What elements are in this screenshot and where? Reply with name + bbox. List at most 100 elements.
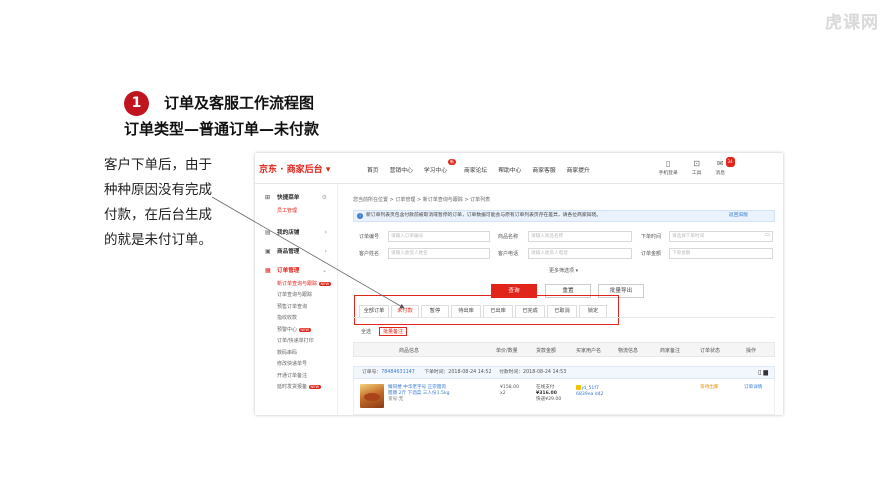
unit-price: ¥158.00: [500, 385, 519, 390]
table-header: 商品信息 单价/数量 货款金额 买家用户名 物流信息 商家备注 订单状态 操作: [353, 342, 775, 357]
goods-name-input[interactable]: 请输入商品名称: [528, 231, 632, 242]
breadcrumb: 您当前所在位置 > 订单管理 > 新订单查询与跟踪 > 订单列表: [353, 197, 491, 203]
order-amount-input[interactable]: 下单金额: [669, 248, 773, 259]
filter-label: 订单编号: [359, 234, 380, 240]
buyer-cell: jd_51f7 6839ea d42: [576, 385, 606, 398]
sidebar-item-label: 延时发货报备: [277, 384, 308, 390]
message-icon: ✉ 34: [716, 157, 735, 168]
chevron-right-icon: ›: [324, 228, 327, 236]
filter-label: 下单时间: [641, 234, 662, 240]
slide: 虎课网 1 订单及客服工作流程图 订单类型—普通订单—未付款 客户下单后，由于种…: [0, 0, 889, 500]
sidebar-item-edit-tracking[interactable]: 修改快递单号: [255, 359, 337, 371]
sidebar-item-delay-report[interactable]: 延时发货报备 NEW: [255, 382, 337, 394]
filter-label: 客户姓名: [359, 251, 380, 257]
th-actions: 操作: [746, 348, 757, 354]
th-amount: 货款金额: [536, 348, 557, 354]
th-goods-info: 商品信息: [399, 348, 420, 354]
sidebar-goods-manage[interactable]: ▣ 商品管理 ›: [255, 244, 337, 260]
tool-tools-label: 工具: [691, 171, 702, 176]
nav-forum[interactable]: 商家论坛: [464, 165, 487, 174]
sidebar-item-new-order-query[interactable]: 新订单查询与跟踪 NEW: [255, 279, 337, 291]
admin-screenshot: 京东 · 商家后台 ▾ 首页 营销中心 学习中心新 商家论坛 帮助中心 商家客服…: [255, 153, 783, 415]
filter-row-1: 订单编号 请输入订单编号 商品名称 请输入商品名称 下单时间 请选择下单时间 ▭: [353, 231, 775, 243]
price-qty-cell: ¥158.00 x2: [500, 385, 519, 397]
order-no-input[interactable]: 请输入订单编号: [388, 231, 490, 242]
order-no-link[interactable]: 78484631147: [381, 370, 415, 375]
slide-description: 客户下单后，由于种种原因没有完成付款，在后台生成的就是未付订单。: [104, 157, 212, 248]
gear-icon[interactable]: ⚙: [322, 190, 327, 206]
customer-phone-input[interactable]: 请输入收货人电话: [528, 248, 632, 259]
shipping-fee: 快递¥29.00: [536, 397, 562, 402]
sidebar-goods-label: 商品管理: [277, 248, 300, 255]
store-icon: ▤: [265, 228, 271, 236]
back-to-old-link[interactable]: 返回旧版: [729, 211, 748, 221]
tool-tools[interactable]: ⊡ 工具: [692, 159, 702, 176]
sidebar-item-order-query[interactable]: 订单查询与跟踪: [255, 290, 337, 302]
order-detail-link[interactable]: 订单详情: [744, 385, 762, 390]
phone-icon: ▯: [665, 159, 671, 168]
main-content: 您当前所在位置 > 订单管理 > 新订单查询与跟踪 > 订单列表 i 新订单列表…: [349, 184, 779, 415]
product-title-link[interactable]: 臻同楼 中华老字号 正宗腊肉腊肠 2斤 下酒菜 三人份1.5kg: [388, 385, 450, 396]
nav-service[interactable]: 商家客服: [532, 165, 555, 174]
nav-marketing[interactable]: 营销中心: [390, 165, 413, 174]
table-row: 臻同楼 中华老字号 正宗腊肉腊肠 2斤 下酒菜 三人份1.5kg 货号:无 ¥1…: [353, 379, 775, 415]
sidebar-item-presale-query[interactable]: 预售订单查询: [255, 302, 337, 314]
brand-logo[interactable]: 京东 · 商家后台 ▾: [259, 162, 330, 175]
sidebar-order-manage[interactable]: ▦ 订单管理 ⌄: [255, 263, 337, 279]
nav-home[interactable]: 首页: [367, 165, 379, 174]
chevron-down-icon: ⌄: [321, 266, 327, 274]
order-no-label: 订单号：: [362, 370, 382, 375]
chevron-right-icon: ›: [324, 247, 327, 255]
product-thumbnail[interactable]: [360, 384, 384, 408]
tool-phone-label: 手机登录: [658, 171, 678, 176]
sidebar-item-alert-center[interactable]: 预警中心 NEW: [255, 325, 337, 337]
order-status: 等待出库: [700, 385, 719, 390]
order-header-icons[interactable]: ▯ ▆: [758, 367, 768, 378]
new-badge: NEW: [319, 281, 331, 286]
watermark-logo: 虎课网: [825, 13, 879, 33]
th-logistics: 物流信息: [618, 348, 639, 354]
tool-messages[interactable]: ✉ 34 消息: [715, 157, 735, 176]
quantity: x2: [500, 391, 506, 396]
sidebar-item-order-note[interactable]: 开通订单备注: [255, 371, 337, 383]
top-tools: ▯ 手机登录 ⊡ 工具 ✉ 34 消息: [659, 157, 735, 176]
order-icon: ▦: [265, 266, 271, 274]
sidebar-staff-manage[interactable]: 员工管理: [255, 206, 337, 218]
th-seller-note: 商家备注: [660, 348, 681, 354]
sidebar-item-fingerprint-pay[interactable]: 指纹收款: [255, 313, 337, 325]
sidebar-my-store-label: 我的店铺: [277, 229, 300, 236]
message-count-badge: 34: [725, 157, 735, 167]
pay-method: 在线支付: [536, 385, 555, 390]
briefcase-icon: ⊡: [693, 159, 700, 168]
order-time-input[interactable]: 请选择下单时间: [669, 231, 773, 242]
tool-phone-login[interactable]: ▯ 手机登录: [659, 159, 678, 176]
sidebar-my-store[interactable]: ▤ 我的店铺 ›: [255, 225, 337, 241]
nav-learning-label: 学习中心: [423, 168, 448, 174]
order-header: 订单号：78484631147 下单时间：2018-08-24 14:52 付款…: [353, 366, 775, 379]
select-all-checkbox[interactable]: 全选: [361, 329, 371, 335]
nav-help[interactable]: 帮助中心: [498, 165, 521, 174]
top-bar: 京东 · 商家后台 ▾ 首页 营销中心 学习中心新 商家论坛 帮助中心 商家客服…: [255, 153, 783, 184]
customer-name-input[interactable]: 请输入收货人姓名: [388, 248, 490, 259]
filter-label: 商品名称: [498, 234, 519, 240]
sidebar-quick-menu[interactable]: ⊞ 快捷菜单 ⚙: [255, 190, 337, 206]
slide-subtitle: 订单类型—普通订单—未付款: [124, 120, 320, 138]
nav-new-badge: 新: [448, 159, 457, 165]
step-number-badge: 1: [124, 91, 149, 116]
batch-note-button[interactable]: 批量备注: [379, 327, 408, 336]
nav-learning[interactable]: 学习中心新: [423, 159, 457, 174]
sidebar: ⊞ 快捷菜单 ⚙ 员工管理 ▤ 我的店铺 › ▣ 商品管理 › ▦ 订单管理 ⌄ 新订单查询与跟…: [255, 184, 338, 415]
sidebar-item-serial[interactable]: 数码串码: [255, 348, 337, 360]
order-total: ¥316.00: [536, 391, 557, 396]
sidebar-item-print[interactable]: 订单/快递单打印: [255, 336, 337, 348]
bulk-actions: 全选 批量备注: [361, 327, 408, 336]
sidebar-order-label: 订单管理: [277, 267, 300, 274]
more-filters-toggle[interactable]: 更多筛选项 ▾: [549, 267, 578, 274]
notice-bar: i 新订单列表页包含付款前被取消或暂停的订单，订单数据可能会与原有订单列表页存在…: [353, 210, 775, 222]
calendar-icon[interactable]: ▭: [765, 232, 770, 238]
top-nav: 首页 营销中心 学习中心新 商家论坛 帮助中心 商家客服 商家提升: [367, 159, 590, 174]
nav-improve[interactable]: 商家提升: [567, 165, 590, 174]
tool-messages-label: 消息: [715, 171, 725, 176]
product-sku: 货号:无: [388, 397, 404, 402]
info-icon: i: [357, 213, 363, 219]
